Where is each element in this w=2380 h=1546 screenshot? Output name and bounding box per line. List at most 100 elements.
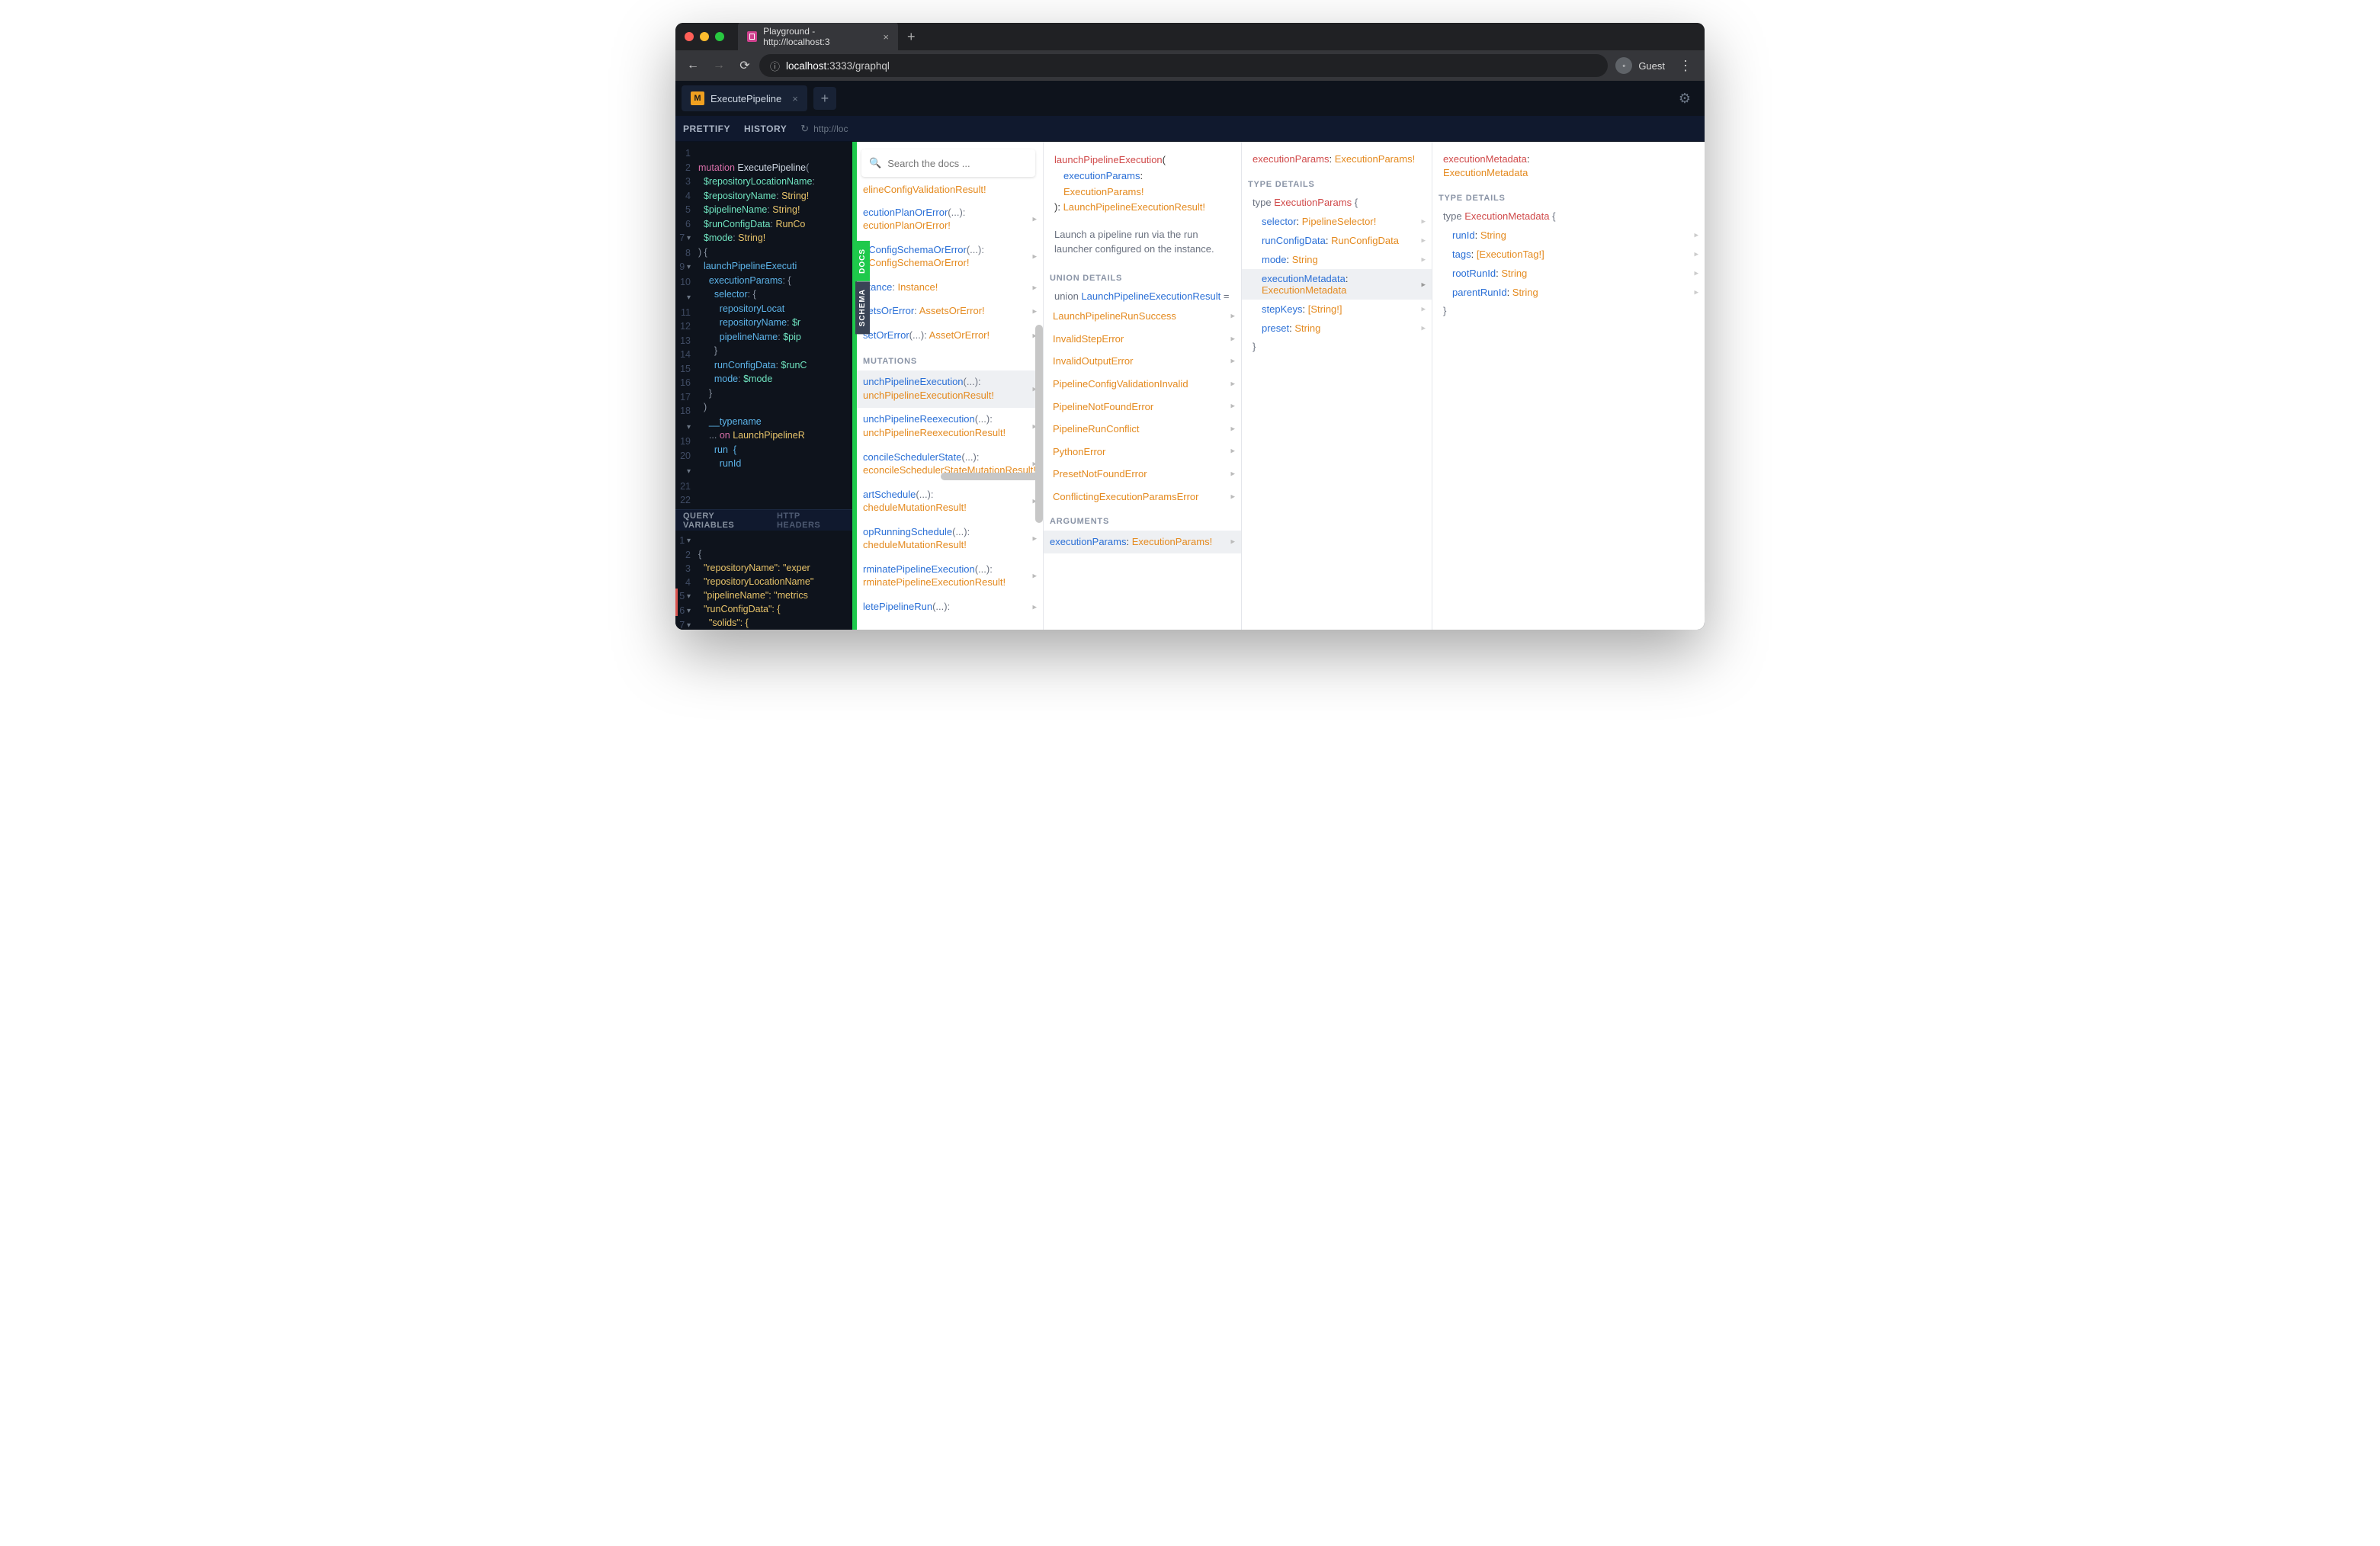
close-icon[interactable] [685,32,694,41]
zoom-icon[interactable] [715,32,724,41]
type-field[interactable]: runId: String▸ [1432,226,1705,245]
settings-button[interactable]: ⚙ [1671,91,1698,107]
union-member[interactable]: InvalidStepError▸ [1044,328,1241,351]
profile-label: Guest [1638,60,1665,72]
chevron-right-icon: ▸ [1032,601,1037,613]
union-member[interactable]: PipelineConfigValidationInvalid▸ [1044,373,1241,396]
endpoint-display[interactable]: ↻ http://loc [800,123,848,135]
line-gutter: 1234567 ▾89 ▾10 ▾1112131415161718 ▾1920 … [675,142,694,509]
chevron-right-icon: ▸ [1421,255,1426,265]
docs-nested-type-column: executionMetadata:ExecutionMetadata TYPE… [1432,142,1705,630]
playground-tab-close-icon[interactable]: × [792,93,798,104]
playground-tab-label: ExecutePipeline [710,93,781,104]
chevron-right-icon: ▸ [1230,356,1235,367]
chevron-right-icon: ▸ [1230,333,1235,345]
list-item[interactable]: setsOrError: AssetsOrError!▸ [857,300,1043,324]
list-item[interactable]: letePipelineRun(...):▸ [857,595,1043,620]
variables-header[interactable]: QUERY VARIABLES HTTP HEADERS [675,509,852,531]
docs-detail-column: launchPipelineExecution( executionParams… [1044,142,1242,630]
minimize-icon[interactable] [700,32,709,41]
favicon-icon [747,31,757,42]
type-field[interactable]: parentRunId: String▸ [1432,283,1705,302]
back-button[interactable]: ← [682,54,704,77]
url-text: localhost:3333/graphql [786,60,890,72]
profile-chip[interactable]: ◦ Guest [1611,57,1670,74]
playground-new-tab[interactable]: + [813,87,836,110]
reload-button[interactable]: ⟳ [733,54,756,77]
chevron-right-icon: ▸ [1421,279,1426,289]
type-open: type ExecutionParams { [1242,194,1432,212]
list-item[interactable]: opRunningSchedule(...):cheduleMutationRe… [857,521,1043,558]
union-member[interactable]: PythonError▸ [1044,441,1241,463]
chevron-right-icon: ▸ [1230,491,1235,502]
side-tabs: DOCS SCHEMA [855,241,870,334]
type-field[interactable]: selector: PipelineSelector!▸ [1242,212,1432,231]
docs-search[interactable]: 🔍 [861,149,1035,177]
type-field[interactable]: preset: String▸ [1242,319,1432,338]
argument-item[interactable]: executionParams: ExecutionParams! ▸ [1044,531,1241,553]
tab-close-icon[interactable]: × [883,31,889,43]
union-member[interactable]: LaunchPipelineRunSuccess▸ [1044,305,1241,328]
chevron-right-icon: ▸ [1694,230,1698,240]
query-editor[interactable]: 1234567 ▾89 ▾10 ▾1112131415161718 ▾1920 … [675,142,852,630]
type-details-header: TYPE DETAILS [1432,184,1705,207]
type-open: type ExecutionMetadata { [1432,207,1705,226]
docs-root-column: 🔍 elineConfigValidationResult! ecutionPl… [857,142,1044,630]
prettify-button[interactable]: PRETTIFY [683,123,730,134]
search-icon: 🔍 [869,157,881,169]
type-close: } [1242,338,1432,356]
docs-search-input[interactable] [887,158,1028,169]
traffic-lights [685,32,724,41]
forward-button[interactable]: → [707,54,730,77]
list-item[interactable]: stance: Instance!▸ [857,276,1043,300]
list-item[interactable]: rminatePipelineExecution(...):rminatePip… [857,558,1043,595]
variables-editor[interactable]: 1 ▾2345 ▾6 ▾7 ▾ { "repositoryName": "exp… [675,531,852,630]
type-field[interactable]: executionMetadata: ExecutionMetadata▸ [1242,269,1432,300]
http-headers-label[interactable]: HTTP HEADERS [777,512,845,530]
code-area[interactable]: mutation ExecutePipeline( $repositoryLoc… [694,142,852,509]
address-bar[interactable]: ⓘ localhost:3333/graphql [759,54,1608,77]
browser-tab[interactable]: Playground - http://localhost:3 × [738,23,898,52]
history-button[interactable]: HISTORY [744,123,787,134]
vertical-scrollbar[interactable] [1035,325,1043,523]
docs-tab[interactable]: DOCS [855,241,870,281]
list-item[interactable]: elineConfigValidationResult! [857,183,1043,201]
new-tab-button[interactable]: + [898,29,925,45]
chevron-right-icon: ▸ [1421,217,1426,226]
info-icon: ⓘ [770,59,780,73]
list-item[interactable]: concileSchedulerState(...):econcileSched… [857,446,1043,483]
chevron-right-icon: ▸ [1032,214,1037,226]
type-close: } [1432,302,1705,320]
list-item[interactable]: unchPipelineReexecution(...):unchPipelin… [857,408,1043,445]
type-field[interactable]: mode: String▸ [1242,250,1432,269]
field-signature: launchPipelineExecution( executionParams… [1044,142,1241,220]
type-field[interactable]: tags: [ExecutionTag!]▸ [1432,245,1705,264]
list-item[interactable]: artSchedule(...):cheduleMutationResult!▸ [857,483,1043,521]
union-member[interactable]: PipelineRunConflict▸ [1044,418,1241,441]
reload-icon: ↻ [800,123,809,135]
list-item[interactable]: unchPipelineExecution(...):unchPipelineE… [857,370,1043,408]
list-item[interactable]: setOrError(...): AssetOrError!▸ [857,324,1043,348]
union-member[interactable]: PresetNotFoundError▸ [1044,463,1241,486]
docs-panel: 🔍 elineConfigValidationResult! ecutionPl… [857,142,1705,630]
playground-tab[interactable]: M ExecutePipeline × [682,85,807,111]
type-field[interactable]: runConfigData: RunConfigData▸ [1242,231,1432,250]
schema-tab[interactable]: SCHEMA [855,281,870,334]
chevron-right-icon: ▸ [1230,378,1235,390]
type-field[interactable]: rootRunId: String▸ [1432,264,1705,283]
chevron-right-icon: ▸ [1230,537,1235,548]
type-field[interactable]: stepKeys: [String!]▸ [1242,300,1432,319]
list-item[interactable]: nConfigSchemaOrError(...):nConfigSchemaO… [857,239,1043,276]
browser-menu-button[interactable]: ⋮ [1673,58,1698,74]
chevron-right-icon: ▸ [1032,571,1037,582]
variables-code[interactable]: { "repositoryName": "exper "repositoryLo… [694,531,852,630]
chevron-right-icon: ▸ [1032,306,1037,318]
browser-tab-title: Playground - http://localhost:3 [763,26,877,47]
list-item[interactable]: ecutionPlanOrError(...):ecutionPlanOrErr… [857,201,1043,239]
chevron-right-icon: ▸ [1230,446,1235,457]
union-member[interactable]: PipelineNotFoundError▸ [1044,396,1241,419]
chevron-right-icon: ▸ [1230,423,1235,435]
union-member[interactable]: InvalidOutputError▸ [1044,350,1241,373]
union-member[interactable]: ConflictingExecutionParamsError▸ [1044,486,1241,508]
query-variables-label: QUERY VARIABLES [683,512,766,530]
